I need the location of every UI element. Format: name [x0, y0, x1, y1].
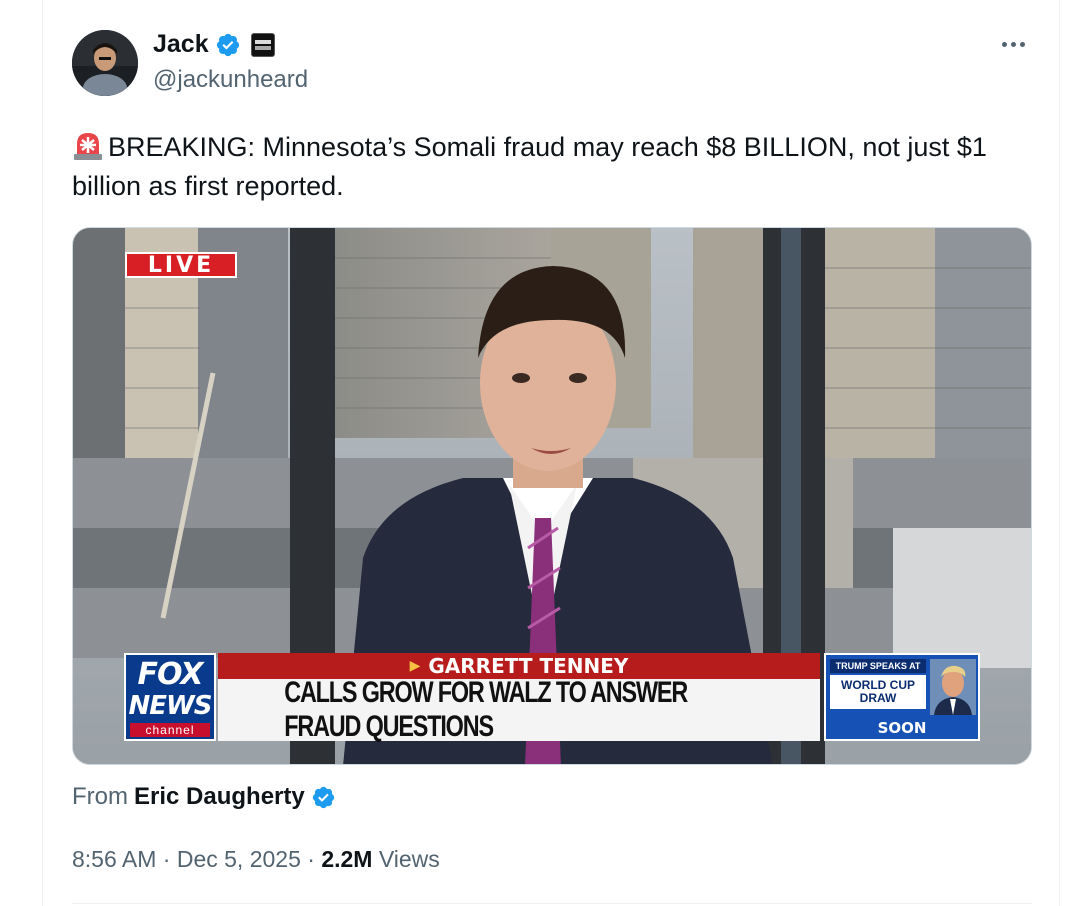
- source-attribution: From Eric Daugherty: [72, 783, 336, 811]
- tweet-time[interactable]: 8:56 AM: [72, 846, 156, 872]
- tweet-date[interactable]: Dec 5, 2025: [177, 846, 301, 872]
- logo-news-text: NEWS: [128, 691, 213, 721]
- promo-line2: WORLD CUP DRAW: [830, 675, 926, 709]
- author-name[interactable]: Jack: [153, 30, 209, 59]
- logo-fox-text: FOX: [137, 657, 203, 692]
- fox-news-logo: FOX NEWS channel: [124, 653, 216, 741]
- promo-photo: [930, 659, 976, 715]
- play-arrow-icon: ▶: [409, 658, 421, 674]
- tweet-text: BREAKING: Minnesota’s Somali fraud may r…: [72, 128, 1032, 206]
- avatar[interactable]: [72, 30, 138, 96]
- logo-channel-text: channel: [130, 723, 210, 737]
- promo-soon: SOON: [877, 719, 927, 737]
- source-name[interactable]: Eric Daugherty: [134, 783, 305, 811]
- divider: [72, 903, 1032, 904]
- chyron-name: GARRETT TENNEY: [428, 654, 629, 678]
- video-media[interactable]: LIVE FOX NEWS channel ▶ GARRETT TENNEY C…: [72, 227, 1032, 765]
- views-label: Views: [378, 846, 440, 872]
- author-handle[interactable]: @jackunheard: [153, 66, 308, 94]
- affiliate-badge-icon[interactable]: [250, 32, 275, 57]
- promo-box: TRUMP SPEAKS AT WORLD CUP DRAW SOON: [824, 653, 980, 741]
- avatar-image: [72, 30, 138, 96]
- from-label: From: [72, 783, 128, 810]
- verified-badge-icon: [312, 786, 334, 808]
- author-row: Jack: [153, 30, 275, 59]
- tweet-meta: 8:56 AM · Dec 5, 2025 · 2.2M Views: [72, 846, 440, 873]
- chyron-headline: CALLS GROW FOR WALZ TO ANSWER FRAUD QUES…: [218, 676, 820, 743]
- rotating-light-icon: [74, 133, 102, 160]
- more-options-icon[interactable]: [1002, 34, 1032, 54]
- promo-line1: TRUMP SPEAKS AT: [830, 659, 926, 673]
- chyron-headline-text: CALLS GROW FOR WALZ TO ANSWER FRAUD QUES…: [284, 676, 688, 743]
- tweet-body: BREAKING: Minnesota’s Somali fraud may r…: [72, 132, 987, 201]
- live-badge: LIVE: [125, 252, 237, 278]
- views-count: 2.2M: [321, 846, 373, 872]
- meta-separator: ·: [300, 846, 322, 872]
- verified-badge-icon[interactable]: [215, 32, 241, 58]
- meta-separator: ·: [156, 846, 177, 872]
